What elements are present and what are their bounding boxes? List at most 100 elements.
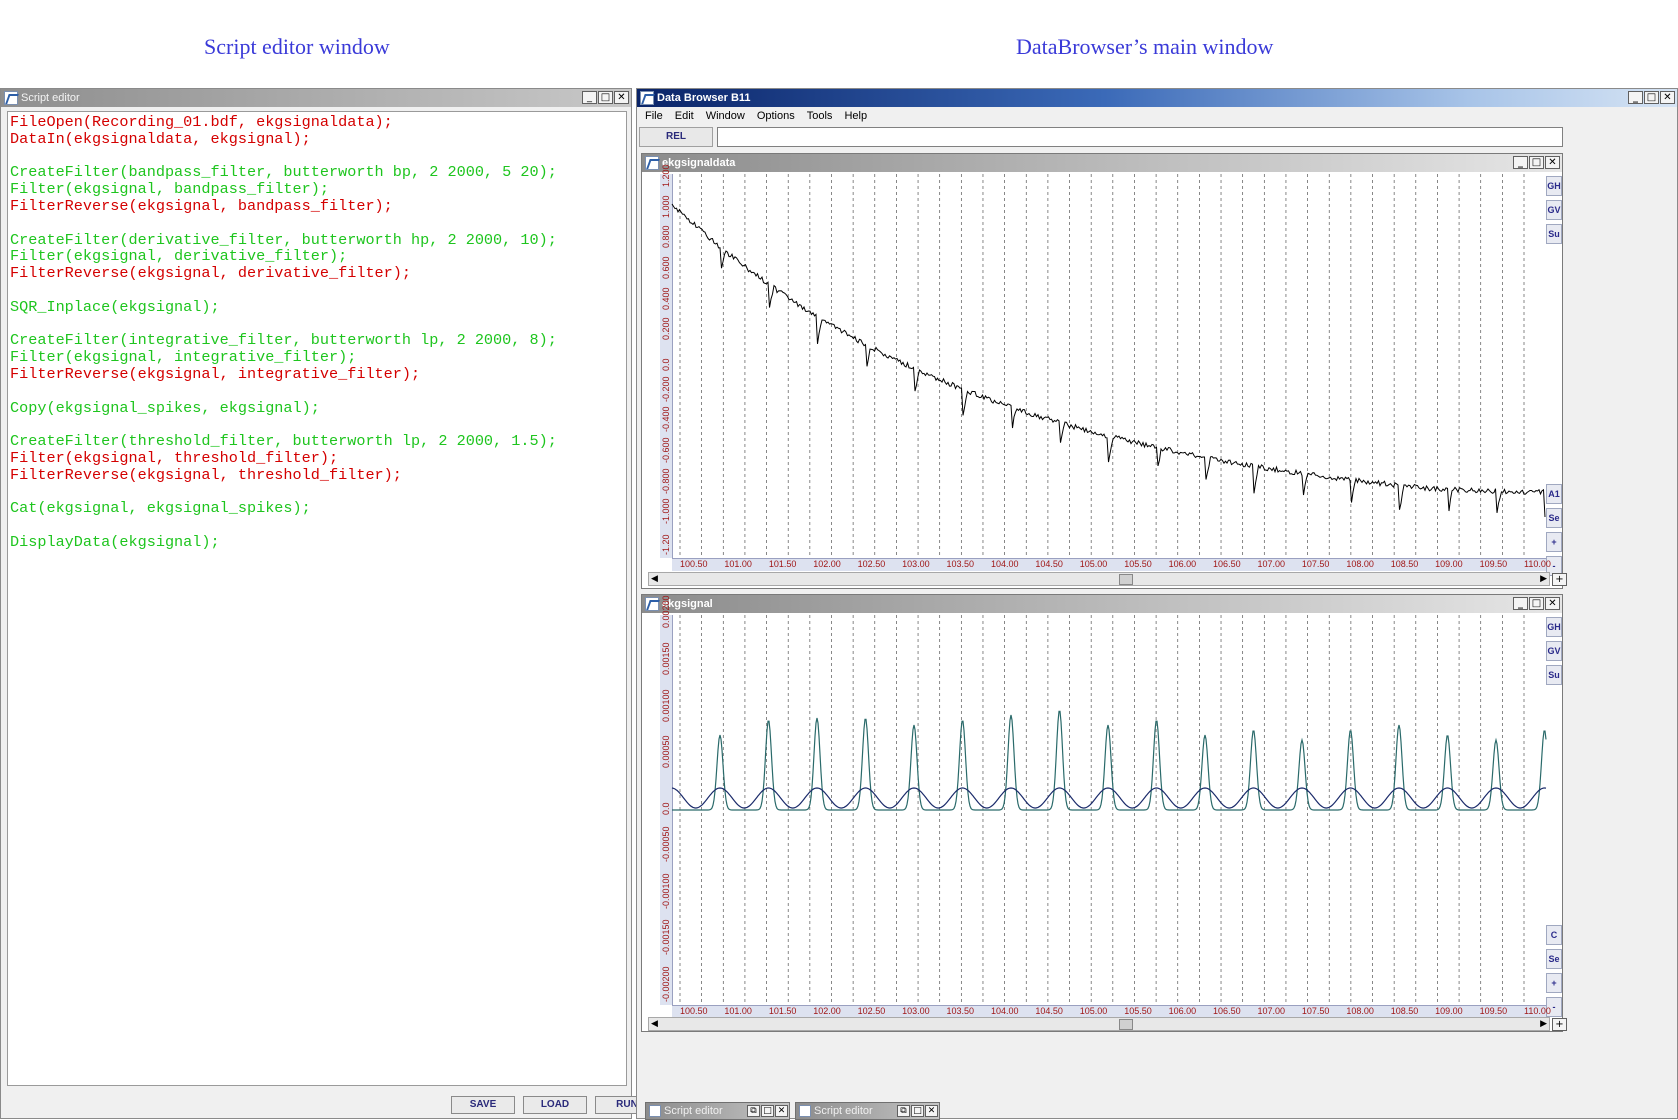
menu-tools[interactable]: Tools	[807, 110, 833, 122]
restore-button[interactable]: ⧉	[897, 1105, 910, 1117]
scroll-thumb[interactable]	[1119, 574, 1133, 585]
code-line: CreateFilter(threshold_filter, butterwor…	[10, 432, 557, 451]
side-tab[interactable]: Su	[1546, 224, 1562, 244]
zoom-in-button[interactable]: +	[1552, 573, 1567, 586]
x-tick-label: 104.00	[990, 559, 1019, 569]
side-tab[interactable]: GV	[1546, 200, 1562, 220]
minimize-button[interactable]: _	[582, 91, 597, 104]
x-tick-label: 107.00	[1257, 559, 1285, 569]
minimized-script-editor[interactable]: Script editor ⧉ □ ✕	[645, 1102, 790, 1120]
app-icon	[649, 1105, 661, 1117]
x-tick-label: 103.00	[902, 559, 930, 569]
side-tab[interactable]: Se	[1546, 508, 1562, 528]
x-tick-label: 106.50	[1213, 559, 1241, 569]
minimized-script-editor[interactable]: Script editor ⧉ □ ✕	[795, 1102, 940, 1120]
command-input[interactable]	[717, 127, 1563, 147]
plot-area[interactable]	[671, 174, 1546, 558]
close-button[interactable]: ✕	[1545, 156, 1560, 169]
x-tick-label: 105.50	[1124, 559, 1152, 569]
menu-help[interactable]: Help	[844, 110, 867, 122]
y-tick-label: -0.00100	[661, 872, 671, 909]
side-tab[interactable]: Su	[1546, 665, 1562, 685]
scroll-right-icon[interactable]: ▶	[1540, 1018, 1547, 1029]
code-line: FilterReverse(ekgsignal, bandpass_filter…	[10, 196, 393, 215]
x-tick-label: 101.50	[768, 1006, 797, 1016]
minimize-button[interactable]: _	[1628, 91, 1643, 104]
close-button[interactable]: ✕	[614, 91, 629, 104]
x-tick-label: 107.50	[1301, 559, 1330, 569]
side-tab[interactable]: +	[1546, 973, 1562, 993]
save-button[interactable]: SAVE	[451, 1096, 515, 1114]
script-editor-title: Script editor	[21, 92, 80, 104]
side-tab[interactable]: GV	[1546, 641, 1562, 661]
side-tab[interactable]: GH	[1546, 617, 1562, 637]
zoom-in-button[interactable]: +	[1552, 1018, 1567, 1031]
panel-titlebar[interactable]: ekgsignal _ □ ✕	[642, 595, 1562, 613]
horizontal-scrollbar[interactable]: ◀ ▶	[648, 572, 1550, 586]
x-tick-label: 103.50	[946, 559, 975, 569]
y-tick-label: -0.600	[661, 437, 671, 463]
y-tick-label: -0.00150	[661, 919, 671, 956]
x-tick-label: 103.00	[902, 1006, 930, 1016]
code-line: DisplayData(ekgsignal);	[10, 532, 220, 551]
side-tab[interactable]: GH	[1546, 176, 1562, 196]
script-code-area[interactable]: FileOpen(Recording_01.bdf, ekgsignaldata…	[7, 111, 627, 1086]
minimize-button[interactable]: _	[1513, 597, 1528, 610]
minimize-button[interactable]: _	[1513, 156, 1528, 169]
databrowser-titlebar[interactable]: Data Browser B11 _ □ ✕	[637, 89, 1677, 107]
app-icon	[4, 91, 18, 105]
plot-area[interactable]	[671, 615, 1547, 1005]
menu-file[interactable]: File	[645, 110, 663, 122]
rel-button[interactable]: REL	[639, 127, 713, 147]
maximize-button[interactable]: □	[1529, 156, 1544, 169]
code-line: Filter(ekgsignal, bandpass_filter);	[10, 180, 329, 199]
code-line: Cat(ekgsignal, ekgsignal_spikes);	[10, 499, 311, 518]
close-button[interactable]: ✕	[1545, 597, 1560, 610]
horizontal-scrollbar[interactable]: ◀ ▶	[648, 1017, 1550, 1031]
ekgsignal-threshold-trace	[671, 787, 1547, 809]
close-button[interactable]: ✕	[925, 1105, 938, 1117]
maximize-button[interactable]: □	[598, 91, 613, 104]
maximize-button[interactable]: □	[911, 1105, 924, 1117]
x-tick-label: 104.50	[1035, 559, 1063, 569]
code-line: Copy(ekgsignal_spikes, ekgsignal);	[10, 398, 320, 417]
menu-window[interactable]: Window	[706, 110, 745, 122]
panel-titlebar[interactable]: ekgsignaldata _ □ ✕	[642, 154, 1562, 172]
scroll-left-icon[interactable]: ◀	[651, 1018, 658, 1029]
x-tick-label: 108.50	[1390, 559, 1419, 569]
y-tick-label: -1.20	[661, 534, 671, 555]
app-icon	[799, 1105, 811, 1117]
menu-edit[interactable]: Edit	[675, 110, 694, 122]
x-tick-label: 107.50	[1301, 1006, 1330, 1016]
x-tick-label: 108.00	[1346, 1006, 1374, 1016]
x-tick-label: 106.00	[1168, 559, 1197, 569]
y-tick-label: -0.800	[661, 468, 671, 494]
side-tab[interactable]: +	[1546, 532, 1562, 552]
script-editor-titlebar[interactable]: Script editor _ □ ✕	[1, 89, 631, 107]
x-tick-label: 109.00	[1435, 1006, 1463, 1016]
code-line: CreateFilter(integrative_filter, butterw…	[10, 331, 557, 350]
restore-button[interactable]: ⧉	[747, 1105, 760, 1117]
minimized-title: Script editor	[664, 1105, 723, 1117]
code-line: SQR_Inplace(ekgsignal);	[10, 297, 220, 316]
side-tab[interactable]: C	[1546, 925, 1562, 945]
ekgsignal-spike-trace	[672, 710, 1547, 811]
menu-options[interactable]: Options	[757, 110, 795, 122]
load-button[interactable]: LOAD	[523, 1096, 587, 1114]
scroll-right-icon[interactable]: ▶	[1540, 573, 1547, 584]
scroll-left-icon[interactable]: ◀	[651, 573, 658, 584]
side-tab[interactable]: A1	[1546, 484, 1562, 504]
scroll-thumb[interactable]	[1119, 1019, 1133, 1030]
y-tick-label: -0.200	[661, 376, 671, 402]
maximize-button[interactable]: □	[761, 1105, 774, 1117]
close-button[interactable]: ✕	[775, 1105, 788, 1117]
side-tab[interactable]: Se	[1546, 949, 1562, 969]
x-tick-label: 109.50	[1479, 559, 1508, 569]
y-tick-label: 0.800	[661, 225, 671, 249]
maximize-button[interactable]: □	[1529, 597, 1544, 610]
close-button[interactable]: ✕	[1660, 91, 1675, 104]
maximize-button[interactable]: □	[1644, 91, 1659, 104]
